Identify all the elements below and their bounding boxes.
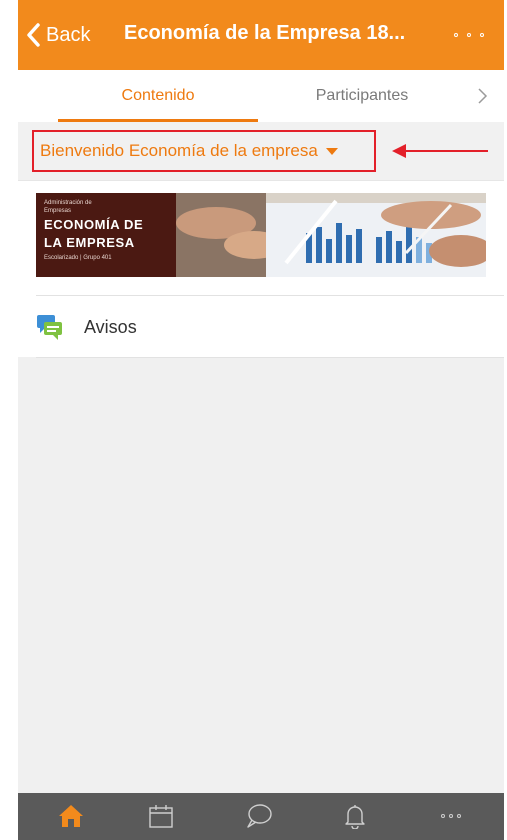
more-options-button[interactable] [454,26,484,44]
more-dot-icon [454,33,458,37]
bell-icon [345,805,365,829]
banner-text-panel: Administración de Empresas ECONOMÍA DE L… [36,193,176,277]
banner-footer: Escolarizado | Grupo 401 [44,255,112,261]
section-dropdown-label: Bienvenido Economía de la empresa [40,141,318,160]
top-navigation-bar: Back Economía de la Empresa 18... [18,0,504,70]
forum-icon [37,315,62,340]
row-divider [36,357,504,358]
course-banner: Administración de Empresas ECONOMÍA DE L… [36,193,486,277]
bottom-navigation-bar [18,793,504,840]
course-tabs: Contenido Participantes [18,70,504,122]
annotation-arrow-icon [392,144,488,158]
more-dot-icon [467,33,471,37]
row-divider [36,295,504,296]
calendar-icon [149,805,173,828]
section-dropdown[interactable]: Bienvenido Economía de la empresa [32,130,376,172]
more-dot-icon [480,33,484,37]
more-icon [441,814,461,818]
caret-down-icon [325,147,338,155]
back-label: Back [46,23,91,46]
home-icon [59,805,83,827]
back-button[interactable]: Back [26,20,90,50]
banner-line1: Administración de [44,200,92,206]
module-avisos-label: Avisos [84,316,137,337]
tab-participantes[interactable]: Participantes [262,70,462,122]
nav-calendar-button[interactable] [146,801,176,831]
page-title: Economía de la Empresa 18... [124,22,406,44]
app-screen: Back Economía de la Empresa 18... Conten… [18,0,504,840]
nav-messages-button[interactable] [244,801,274,831]
tab-contenido[interactable]: Contenido [58,70,258,122]
banner-title-line2: LA EMPRESA [44,235,135,250]
nav-notifications-button[interactable] [340,801,370,831]
chat-bubble-icon [247,804,272,828]
banner-line2: Empresas [44,208,72,214]
nav-home-button[interactable] [56,801,86,831]
nav-more-button[interactable] [436,801,466,831]
chevron-left-icon [27,23,40,47]
banner-photo-image [176,193,486,277]
banner-title-line1: ECONOMÍA DE [44,217,144,232]
chevron-right-icon[interactable] [472,86,492,106]
section-content: Administración de Empresas ECONOMÍA DE L… [18,181,504,358]
module-avisos[interactable]: Avisos [36,297,504,357]
